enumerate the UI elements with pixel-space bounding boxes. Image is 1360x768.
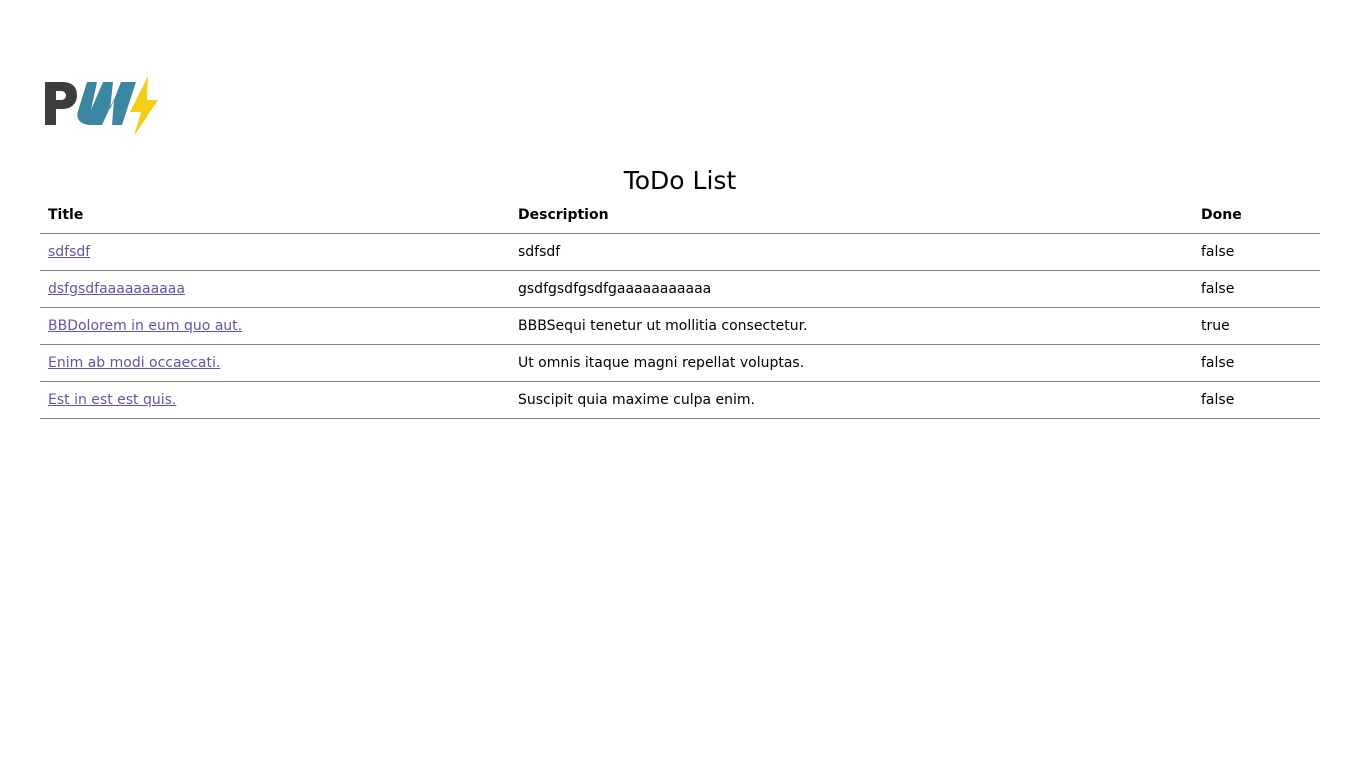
cell-title: Enim ab modi occaecati. [40,344,510,382]
cell-description: sdfsdf [510,233,1193,271]
todo-table: Title Description Done sdfsdf sdfsdf fal… [40,196,1320,419]
cell-title: sdfsdf [40,233,510,271]
logo-letter-w [77,82,136,125]
cell-title: BBDolorem in eum quo aut. [40,307,510,345]
table-row: Est in est est quis. Suscipit quia maxim… [40,381,1320,419]
table-row: sdfsdf sdfsdf false [40,233,1320,271]
cell-done: false [1193,381,1320,419]
page: ToDo List Title Description Done sdfsdf … [0,0,1360,768]
cell-description: Ut omnis itaque magni repellat voluptas. [510,344,1193,382]
cell-done: false [1193,233,1320,271]
cell-done: false [1193,270,1320,308]
cell-description: gsdfgsdfgsdfgaaaaaaaaaaa [510,270,1193,308]
todo-title-link[interactable]: Enim ab modi occaecati. [48,355,220,371]
todo-title-link[interactable]: dsfgsdfaaaaaaaaaa [48,281,185,297]
cell-description: BBBSequi tenetur ut mollitia consectetur… [510,307,1193,345]
logo-letter-p [45,82,77,125]
column-header-description: Description [510,196,1193,234]
cell-title: Est in est est quis. [40,381,510,419]
page-title: ToDo List [623,166,737,195]
column-header-done: Done [1193,196,1320,234]
table-header-row: Title Description Done [40,196,1320,234]
pwa-logo-icon [45,76,158,136]
cell-description: Suscipit quia maxime culpa enim. [510,381,1193,419]
cell-title: dsfgsdfaaaaaaaaaa [40,270,510,308]
todo-title-link[interactable]: Est in est est quis. [48,392,176,408]
cell-done: false [1193,344,1320,382]
table-row: BBDolorem in eum quo aut. BBBSequi tenet… [40,307,1320,345]
table-row: Enim ab modi occaecati. Ut omnis itaque … [40,344,1320,382]
column-header-title: Title [40,196,510,234]
todo-title-link[interactable]: BBDolorem in eum quo aut. [48,318,242,334]
cell-done: true [1193,307,1320,345]
table-row: dsfgsdfaaaaaaaaaa gsdfgsdfgsdfgaaaaaaaaa… [40,270,1320,308]
todo-title-link[interactable]: sdfsdf [48,244,90,260]
